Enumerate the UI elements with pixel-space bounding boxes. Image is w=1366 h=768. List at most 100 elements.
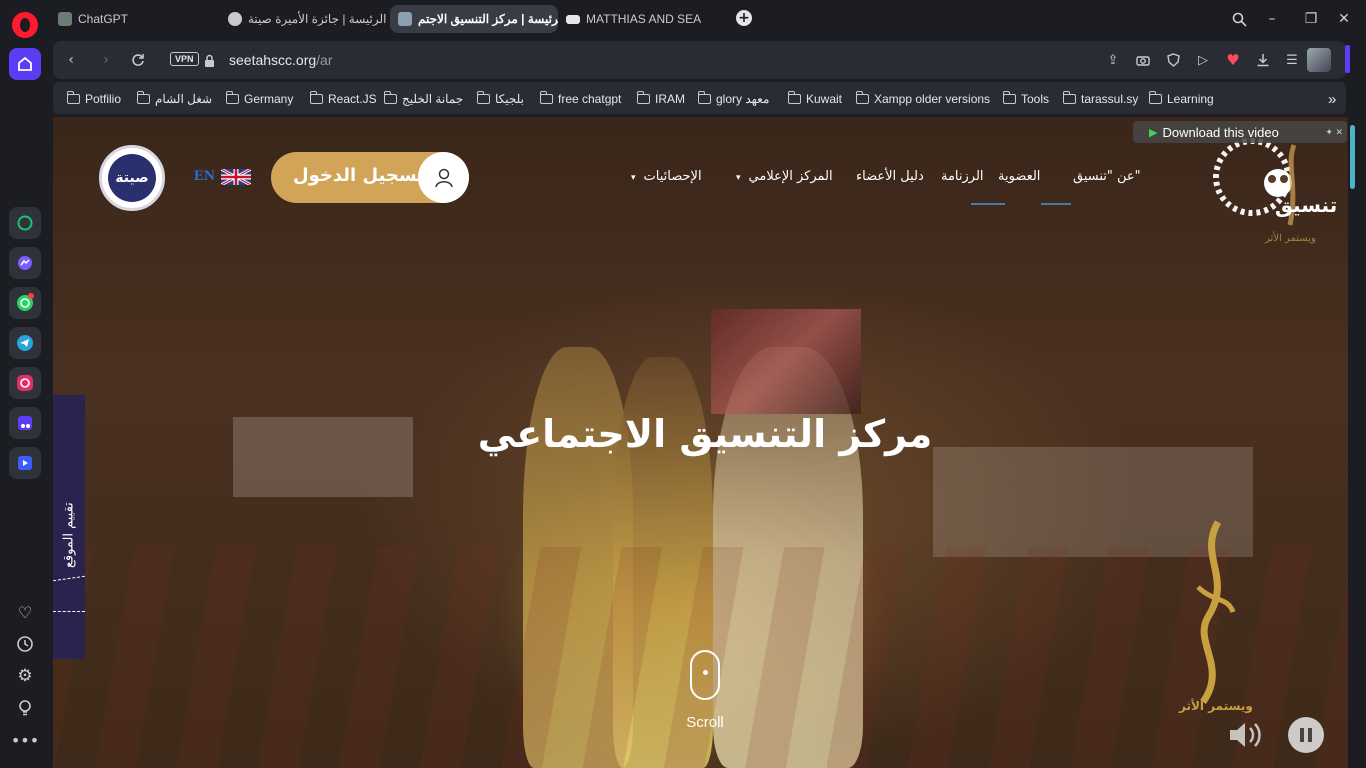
nav-calendar[interactable]: الرزنامة bbox=[941, 169, 984, 184]
bookmark-label: Potfilio bbox=[85, 92, 122, 106]
scrollbar-thumb[interactable] bbox=[1350, 125, 1355, 189]
avatar[interactable] bbox=[1307, 48, 1331, 72]
user-icon bbox=[418, 152, 469, 203]
whatsapp-icon[interactable] bbox=[9, 287, 41, 319]
video-player-icon[interactable] bbox=[9, 447, 41, 479]
bookmark-item[interactable]: tarassul.sy bbox=[1062, 90, 1138, 108]
bookmark-item[interactable]: Learning bbox=[1148, 90, 1214, 108]
tab-chatgpt[interactable]: ChatGPT bbox=[50, 5, 210, 33]
vpn-badge[interactable]: VPN bbox=[170, 52, 199, 66]
bookmark-item[interactable]: بلجيكا bbox=[476, 90, 524, 108]
mail-favicon-icon bbox=[566, 14, 580, 24]
close-button[interactable]: ✕ bbox=[1333, 8, 1355, 30]
download-icon[interactable] bbox=[1254, 51, 1272, 69]
tab-seetahscc-active[interactable]: الرئيسة | مركز التنسيق الاجتم bbox=[390, 5, 558, 33]
nav-label: الإحصائيات bbox=[643, 169, 702, 184]
bookmark-item[interactable]: جمانة الخليج bbox=[383, 90, 464, 108]
scroll-label: Scroll bbox=[686, 714, 724, 731]
login-button[interactable]: تسجيل الدخول bbox=[271, 152, 469, 203]
share-icon[interactable]: ⇪ bbox=[1104, 51, 1122, 69]
folder-icon bbox=[1148, 91, 1162, 104]
opera-logo[interactable] bbox=[12, 12, 38, 38]
bookmark-item[interactable]: glory معهد bbox=[697, 90, 769, 108]
page-scrollbar[interactable] bbox=[1348, 117, 1357, 768]
folder-icon bbox=[309, 91, 323, 104]
chevron-down-icon: ▾ bbox=[736, 173, 741, 183]
pill-controls-icon[interactable]: ✦ ✕ bbox=[1325, 127, 1343, 138]
login-label: تسجيل الدخول bbox=[293, 165, 424, 186]
url-field[interactable]: seetahscc.org/ar bbox=[229, 52, 333, 68]
heart-icon[interactable]: ♡ bbox=[9, 596, 41, 628]
bookmark-label: Germany bbox=[244, 92, 294, 106]
partner-logo-text: صيتة bbox=[108, 154, 156, 202]
hero-title: مركز التنسيق الاجتماعي bbox=[477, 412, 933, 456]
bookmark-label: Kuwait bbox=[806, 92, 843, 106]
bookmark-item[interactable]: IRAM bbox=[636, 90, 685, 108]
bookmark-item[interactable]: Tools bbox=[1002, 90, 1050, 108]
calligraphy-logo bbox=[1178, 517, 1248, 717]
side-tab-label: تقييم الموقع bbox=[61, 502, 77, 568]
nav-indicator bbox=[971, 203, 1005, 205]
instagram-icon[interactable] bbox=[9, 367, 41, 399]
easy-setup-icon[interactable]: ☰ bbox=[1283, 51, 1301, 69]
address-bar: ‹ › VPN seetahscc.org/ar ⇪ ▷ ♥ ☰ bbox=[53, 41, 1350, 79]
lock-icon[interactable] bbox=[204, 53, 215, 72]
chevron-down-icon: ▾ bbox=[631, 173, 636, 183]
camera-icon[interactable] bbox=[1134, 51, 1152, 69]
tab-seeta-award[interactable]: الرئيسة | جائزة الأميرة صيتة bbox=[220, 5, 390, 33]
tab-label: الرئيسة | جائزة الأميرة صيتة bbox=[248, 12, 387, 26]
back-icon[interactable]: ‹ bbox=[61, 50, 81, 70]
tab-matthias[interactable]: MATTHIAS AND SEA bbox=[558, 5, 728, 33]
messenger-icon[interactable] bbox=[9, 247, 41, 279]
bookmark-item[interactable]: شغل الشام bbox=[136, 90, 212, 108]
home-icon[interactable] bbox=[9, 48, 41, 80]
bookmark-item[interactable]: Germany bbox=[225, 90, 294, 108]
bulb-icon[interactable] bbox=[9, 692, 41, 724]
volume-icon[interactable] bbox=[1227, 717, 1267, 753]
nav-members-directory[interactable]: دليل الأعضاء bbox=[856, 169, 924, 184]
pause-icon[interactable] bbox=[1288, 717, 1324, 753]
bookmark-item[interactable]: Xampp older versions bbox=[855, 90, 990, 108]
minimize-button[interactable]: – bbox=[1261, 8, 1283, 30]
reload-icon[interactable] bbox=[128, 50, 148, 70]
telegram-icon[interactable] bbox=[9, 327, 41, 359]
site-rating-tab[interactable]: تقييم الموقع bbox=[53, 395, 85, 659]
nav-statistics[interactable]: ▾ الإحصائيات bbox=[631, 169, 702, 184]
nav-media-center[interactable]: ▾ المركز الإعلامي bbox=[736, 169, 833, 184]
bookmark-item[interactable]: Kuwait bbox=[787, 90, 843, 108]
bookmark-item[interactable]: React.JS bbox=[309, 90, 377, 108]
logo-text: تنسيق bbox=[1275, 193, 1338, 217]
bookmark-item[interactable]: Potfilio bbox=[66, 90, 122, 108]
more-icon[interactable]: ••• bbox=[9, 724, 41, 756]
tab-search-icon[interactable] bbox=[1228, 8, 1250, 30]
heart-icon[interactable]: ♥ bbox=[1224, 51, 1242, 69]
download-video-bar[interactable]: ▶ Download this video ✦ ✕ bbox=[1133, 121, 1347, 143]
maximize-button[interactable]: ❐ bbox=[1300, 8, 1322, 30]
nav-about[interactable]: عن "تنسيق" bbox=[1073, 169, 1141, 184]
history-icon[interactable] bbox=[9, 628, 41, 660]
send-icon[interactable]: ▷ bbox=[1194, 51, 1212, 69]
folder-icon bbox=[66, 91, 80, 104]
nav-membership[interactable]: العضوية bbox=[998, 169, 1040, 184]
web-content: تنسيق ويستمر الأثر عن "تنسيق" العضوية ال… bbox=[53, 117, 1357, 768]
chatgpt-icon[interactable] bbox=[9, 207, 41, 239]
partner-logo[interactable]: صيتة bbox=[99, 145, 165, 211]
side-tab-divider bbox=[53, 611, 85, 612]
folder-icon bbox=[855, 91, 869, 104]
shield-icon[interactable] bbox=[1164, 51, 1182, 69]
language-switch[interactable]: EN bbox=[194, 168, 251, 185]
language-label: EN bbox=[194, 168, 215, 184]
settings-icon[interactable]: ⚙ bbox=[9, 660, 41, 692]
more-bookmarks-icon[interactable]: » bbox=[1328, 90, 1336, 108]
bookmark-label: جمانة الخليج bbox=[402, 92, 464, 106]
forward-icon[interactable]: › bbox=[96, 50, 116, 70]
nav-indicator bbox=[1041, 203, 1071, 205]
bookmark-label: Tools bbox=[1021, 92, 1050, 106]
uk-flag-icon bbox=[220, 168, 251, 185]
music-icon[interactable] bbox=[9, 407, 41, 439]
new-tab-button[interactable]: + bbox=[736, 10, 752, 26]
background-screen bbox=[711, 309, 861, 414]
site-logo[interactable] bbox=[1208, 135, 1328, 245]
bookmark-item[interactable]: free chatgpt bbox=[539, 90, 621, 108]
scroll-mouse-icon[interactable] bbox=[690, 650, 720, 700]
